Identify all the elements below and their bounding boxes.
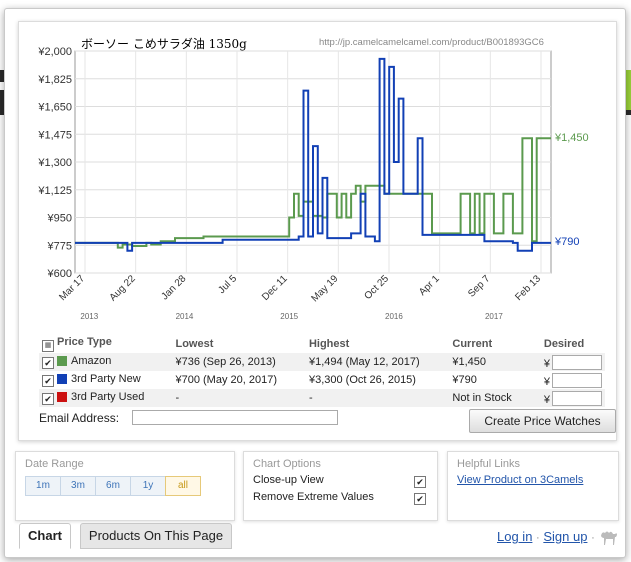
row-lowest: ¥736 (Sep 26, 2013) bbox=[172, 353, 306, 371]
3p-new-desired-input[interactable] bbox=[552, 372, 602, 388]
x-tick-label: Oct 25 bbox=[363, 273, 392, 302]
current-amazon-price-label: ¥1,450 bbox=[555, 132, 589, 144]
row-name: Amazon bbox=[71, 355, 112, 367]
row-name: 3rd Party Used bbox=[71, 391, 145, 403]
header-highest: Highest bbox=[308, 338, 350, 350]
y-tick-label: ¥1,475 bbox=[37, 129, 72, 141]
tab-products-on-page[interactable]: Products On This Page bbox=[80, 523, 232, 549]
x-tick-label: Sep 7 bbox=[466, 273, 493, 300]
account-links: Log in · Sign up · bbox=[497, 529, 595, 544]
3p-used-checkbox[interactable]: ✔ bbox=[42, 393, 54, 405]
price-table-header: ▦ Price Type Lowest Highest Current Desir… bbox=[39, 335, 605, 353]
link-separator: · bbox=[591, 532, 595, 544]
year-label: 2015 bbox=[280, 312, 298, 321]
closeup-view-label: Close-up View bbox=[253, 474, 324, 486]
year-label: 2014 bbox=[176, 312, 194, 321]
amazon-desired-input[interactable] bbox=[552, 354, 602, 370]
range-1m-button[interactable]: 1m bbox=[25, 476, 61, 496]
3p-new-checkbox[interactable]: ✔ bbox=[42, 375, 54, 387]
x-tick-label: Jul 5 bbox=[216, 273, 239, 296]
remove-extreme-checkbox[interactable]: ✔ bbox=[414, 493, 426, 505]
date-range-buttons: 1m 3m 6m 1y all bbox=[25, 476, 201, 496]
3p-used-desired-input[interactable] bbox=[552, 390, 602, 406]
header-current: Current bbox=[452, 338, 493, 350]
price-table: ▦ Price Type Lowest Highest Current Desir… bbox=[39, 335, 605, 407]
3p-used-color-swatch bbox=[57, 392, 67, 402]
amazon-checkbox[interactable]: ✔ bbox=[42, 357, 54, 369]
helpful-links-title: Helpful Links bbox=[457, 458, 520, 470]
y-tick-label: ¥1,300 bbox=[37, 157, 72, 169]
table-row: ✔ Amazon ¥736 (Sep 26, 2013) ¥1,494 (May … bbox=[39, 353, 605, 371]
x-tick-label: Feb 13 bbox=[513, 273, 543, 303]
helpful-links-box: Helpful Links View Product on 3Camels bbox=[447, 451, 619, 521]
chart-title: ボーソー こめサラダ油 1350g bbox=[81, 37, 247, 51]
range-6m-button[interactable]: 6m bbox=[95, 476, 131, 496]
y-tick-label: ¥600 bbox=[47, 268, 72, 280]
x-tick-label: May 19 bbox=[309, 273, 340, 304]
chart-options-box: Chart Options Close-up View ✔ Remove Ext… bbox=[243, 451, 438, 521]
y-tick-label: ¥2,000 bbox=[37, 46, 72, 58]
x-tick-label: Dec 11 bbox=[260, 273, 290, 303]
year-label: 2016 bbox=[385, 312, 403, 321]
currency-symbol: ¥ bbox=[543, 393, 550, 406]
price-history-panel: ¥2,000 ¥1,825 ¥1,650 ¥1,475 ¥1,300 ¥1,125 ¥950… bbox=[18, 21, 617, 441]
date-range-title: Date Range bbox=[25, 458, 84, 470]
row-lowest: - bbox=[172, 389, 306, 407]
header-desired: Desired bbox=[543, 338, 585, 350]
camelizer-popup: ¥2,000 ¥1,825 ¥1,650 ¥1,475 ¥1,300 ¥1,125 ¥950… bbox=[4, 8, 626, 558]
range-3m-button[interactable]: 3m bbox=[60, 476, 96, 496]
x-tick-label: Aug 22 bbox=[108, 273, 138, 303]
range-all-button[interactable]: all bbox=[165, 476, 201, 496]
camel-icon bbox=[599, 528, 619, 549]
y-tick-label: ¥775 bbox=[47, 240, 72, 252]
header-lowest: Lowest bbox=[175, 338, 214, 350]
row-current: Not in Stock bbox=[449, 389, 541, 407]
signup-link[interactable]: Sign up bbox=[543, 529, 587, 544]
create-price-watches-button[interactable]: Create Price Watches bbox=[469, 409, 616, 433]
year-label: 2013 bbox=[80, 312, 98, 321]
row-highest: ¥1,494 (May 12, 2017) bbox=[305, 353, 450, 371]
row-name: 3rd Party New bbox=[71, 373, 141, 385]
tab-chart[interactable]: Chart bbox=[19, 523, 71, 549]
row-highest: ¥3,300 (Oct 26, 2015) bbox=[308, 374, 416, 386]
row-current: ¥790 bbox=[452, 374, 477, 386]
x-tick-label: Jan 28 bbox=[159, 273, 188, 302]
remove-extreme-label: Remove Extreme Values bbox=[253, 491, 374, 503]
x-tick-label: Apr 1 bbox=[417, 273, 442, 298]
amazon-color-swatch bbox=[57, 356, 67, 366]
y-tick-label: ¥1,125 bbox=[37, 185, 72, 197]
row-current: ¥1,450 bbox=[449, 353, 541, 371]
currency-symbol: ¥ bbox=[543, 375, 550, 388]
login-link[interactable]: Log in bbox=[497, 529, 532, 544]
header-price-type: Price Type bbox=[57, 336, 112, 348]
table-row: ✔ 3rd Party Used - - Not in Stock ¥ bbox=[39, 389, 605, 407]
row-highest: - bbox=[305, 389, 450, 407]
3p-new-color-swatch bbox=[57, 374, 67, 384]
year-label: 2017 bbox=[485, 312, 503, 321]
y-tick-label: ¥1,825 bbox=[37, 74, 72, 86]
email-input[interactable] bbox=[132, 410, 338, 425]
link-separator: · bbox=[536, 532, 540, 544]
row-lowest: ¥700 (May 20, 2017) bbox=[175, 374, 277, 386]
closeup-view-checkbox[interactable]: ✔ bbox=[414, 476, 426, 488]
current-3p-price-label: ¥790 bbox=[555, 236, 580, 248]
table-row: ✔ 3rd Party New ¥700 (May 20, 2017) ¥3,30… bbox=[39, 371, 605, 389]
select-all-icon[interactable]: ▦ bbox=[42, 340, 54, 352]
y-tick-label: ¥1,650 bbox=[37, 102, 72, 114]
range-1y-button[interactable]: 1y bbox=[130, 476, 166, 496]
chart-url: http://jp.camelcamelcamel.com/product/B0… bbox=[319, 37, 544, 48]
price-history-chart: ¥2,000 ¥1,825 ¥1,650 ¥1,475 ¥1,300 ¥1,125 ¥950… bbox=[37, 46, 552, 321]
view-3camels-link[interactable]: View Product on 3Camels bbox=[457, 474, 583, 486]
date-range-box: Date Range 1m 3m 6m 1y all bbox=[15, 451, 235, 521]
currency-symbol: ¥ bbox=[543, 357, 550, 370]
email-label: Email Address: bbox=[39, 411, 120, 425]
y-tick-label: ¥950 bbox=[47, 213, 72, 225]
chart-options-title: Chart Options bbox=[253, 458, 321, 470]
